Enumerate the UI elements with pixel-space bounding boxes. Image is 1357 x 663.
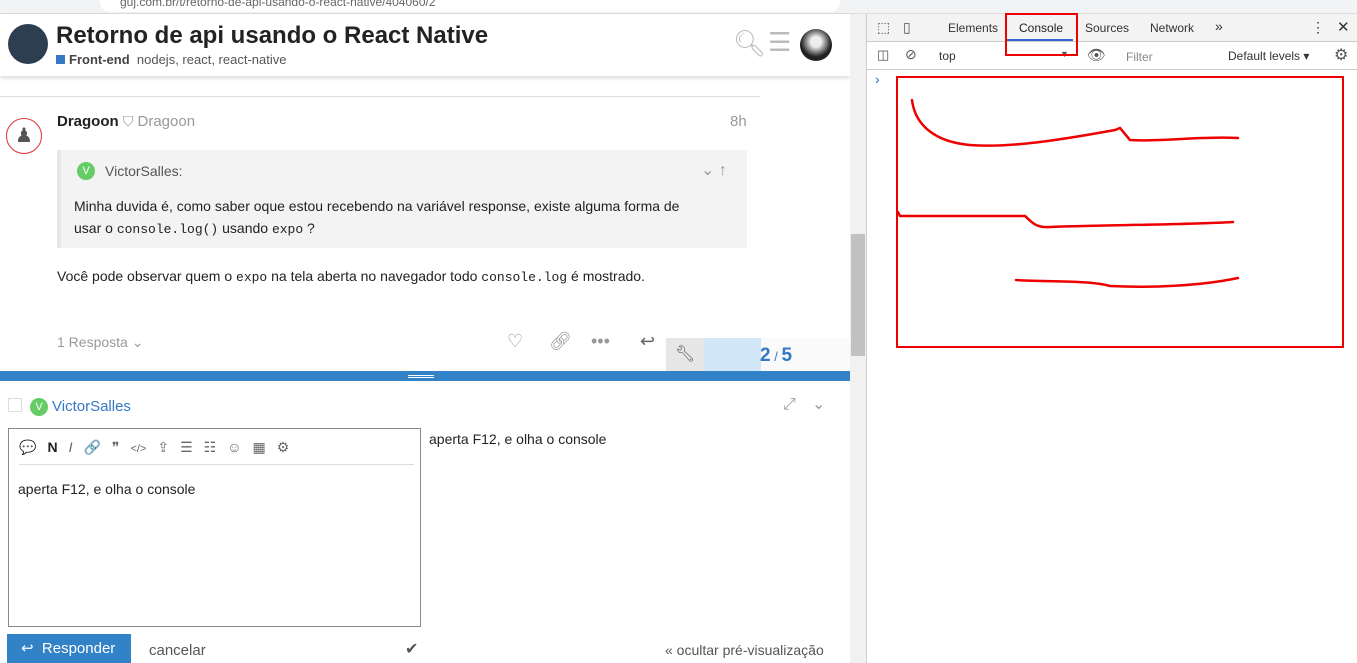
scribble-line [910,98,1240,147]
annotation-scribbles [896,98,1240,288]
scribble-line [1014,276,1240,288]
scribble-line [896,210,1235,229]
